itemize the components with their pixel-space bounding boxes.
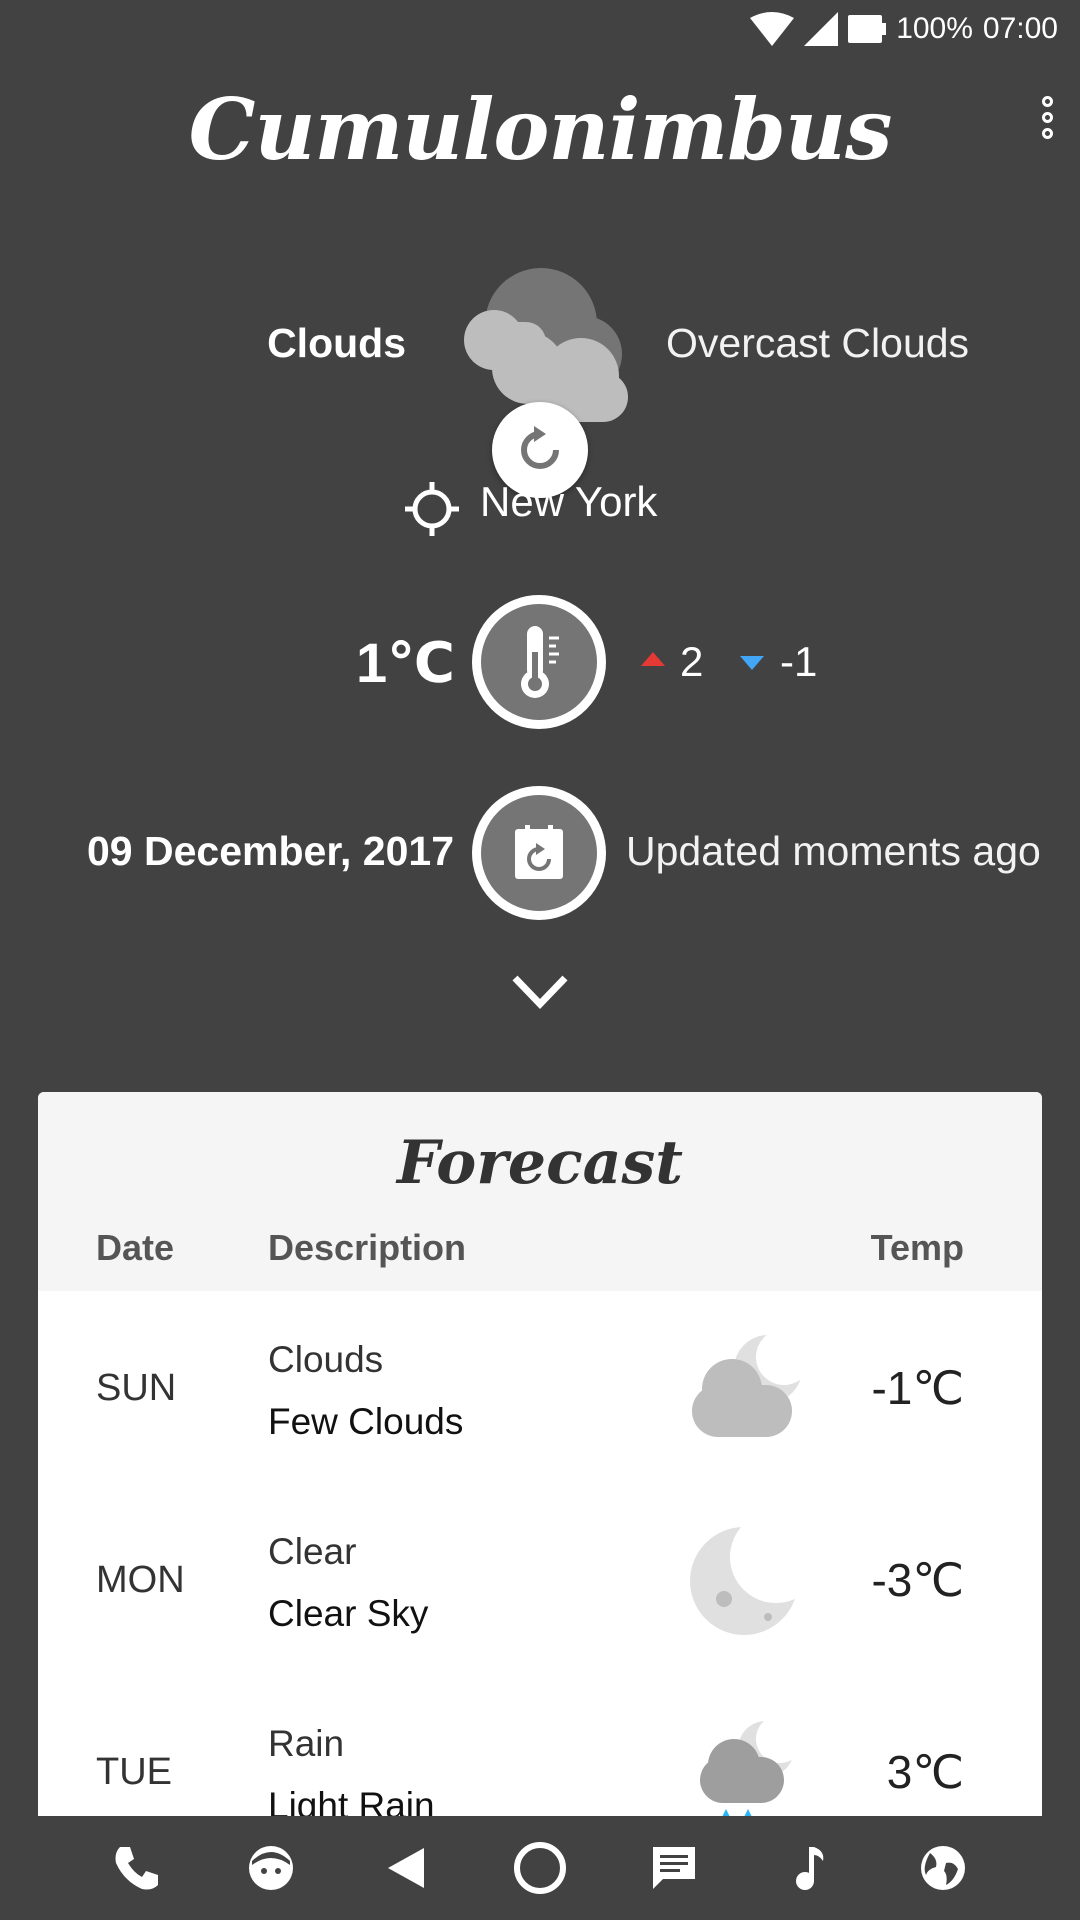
forecast-temp: -1℃: [871, 1362, 964, 1414]
forecast-row[interactable]: SUN Clouds Few Clouds -1℃: [38, 1291, 1042, 1483]
forecast-main: Rain: [268, 1723, 345, 1764]
calendar-refresh-icon: [515, 825, 563, 879]
forecast-main: Clear: [268, 1531, 357, 1572]
message-icon[interactable]: [644, 1838, 704, 1898]
column-header-date: Date: [96, 1227, 175, 1268]
back-icon[interactable]: [376, 1838, 436, 1898]
status-bar: 100% 07:00: [750, 0, 1058, 58]
current-date: 09 December, 2017: [87, 828, 454, 874]
location-name: New York: [480, 478, 658, 525]
cloudy-night-icon: [692, 1329, 808, 1437]
forecast-header: Forecast Date Description Temp: [38, 1092, 1042, 1291]
forecast-card: Forecast Date Description Temp SUN Cloud…: [38, 1092, 1042, 1816]
location-crosshair-icon: [405, 482, 459, 536]
chevron-down-icon[interactable]: [509, 970, 571, 1014]
weather-main: Clouds: [267, 320, 406, 366]
forecast-day: SUN: [96, 1367, 177, 1409]
battery-percent: 100%: [896, 12, 973, 45]
globe-icon[interactable]: [913, 1838, 973, 1898]
signal-icon: [804, 12, 839, 46]
forecast-description: Clear Sky: [268, 1593, 429, 1634]
phone-icon[interactable]: [107, 1838, 167, 1898]
wifi-icon: [750, 12, 795, 46]
thermometer-icon: [521, 626, 559, 698]
battery-icon: [848, 15, 887, 43]
current-temperature: 1℃: [356, 631, 455, 694]
forecast-row[interactable]: TUE Rain Light Rain 3℃: [38, 1675, 1042, 1816]
forecast-day: MON: [96, 1559, 185, 1601]
column-header-description: Description: [268, 1227, 467, 1268]
updated-status: Updated moments ago: [626, 828, 1041, 874]
high-temp-arrow-icon: [641, 652, 665, 666]
high-temperature: 2: [680, 638, 704, 685]
moon-icon: [690, 1521, 808, 1635]
low-temperature: -1: [780, 638, 818, 685]
forecast-description: Few Clouds: [268, 1401, 464, 1442]
app-title: Cumulonimbus: [188, 80, 893, 179]
forecast-main: Clouds: [268, 1339, 384, 1380]
forecast-temp: -3℃: [871, 1554, 964, 1606]
thermometer-badge: [472, 595, 606, 729]
clock: 07:00: [982, 12, 1058, 45]
rain-night-icon: [700, 1715, 804, 1816]
navigation-bar: [0, 1816, 1080, 1920]
face-icon[interactable]: [241, 1838, 301, 1898]
forecast-title: Forecast: [396, 1128, 684, 1198]
forecast-row[interactable]: MON Clear Clear Sky -3℃: [38, 1483, 1042, 1675]
low-temp-arrow-icon: [740, 656, 764, 670]
forecast-temp: 3℃: [886, 1746, 964, 1798]
home-icon[interactable]: [510, 1838, 570, 1898]
calendar-refresh-badge[interactable]: [472, 786, 606, 920]
overflow-menu-button[interactable]: [1034, 96, 1060, 156]
column-header-temp: Temp: [870, 1227, 964, 1268]
forecast-day: TUE: [96, 1751, 172, 1793]
weather-description: Overcast Clouds: [666, 320, 970, 366]
forecast-description: Light Rain: [268, 1785, 435, 1816]
refresh-icon: [521, 426, 559, 469]
music-icon[interactable]: [779, 1838, 839, 1898]
